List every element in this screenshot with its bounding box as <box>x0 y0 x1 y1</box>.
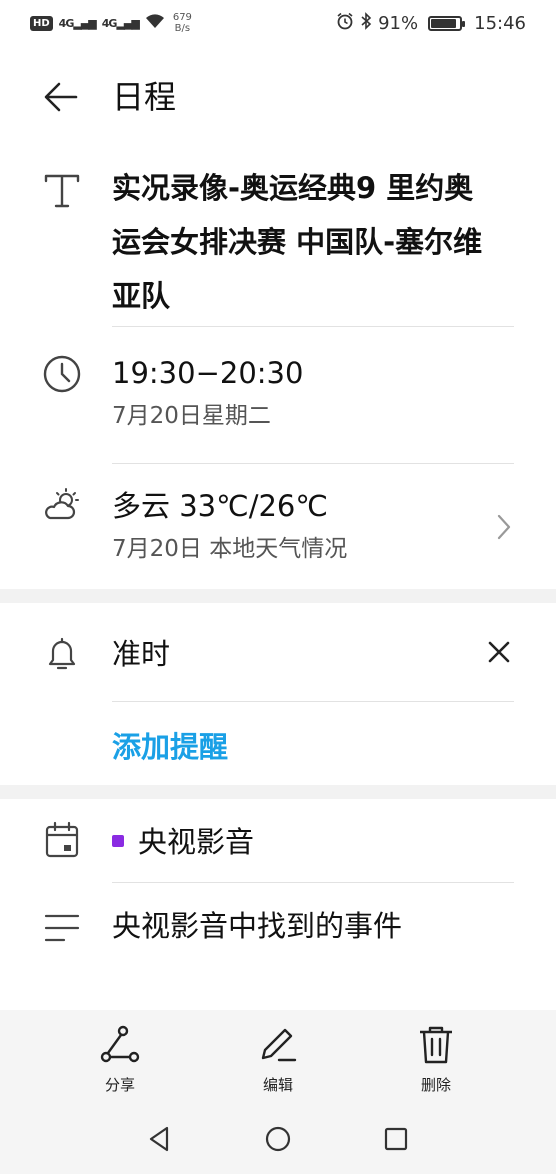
nav-home-icon[interactable] <box>263 1124 293 1154</box>
event-date: 7月20日星期二 <box>112 403 271 429</box>
share-label: 分享 <box>104 1076 135 1094</box>
calendar-row: 央视影音 <box>112 824 514 860</box>
alarm-icon <box>336 12 354 35</box>
weather-sub: 7月20日 本地天气情况 <box>112 536 348 562</box>
trash-icon <box>420 1026 452 1064</box>
system-nav-bar <box>0 1102 556 1174</box>
calendar-name-line: 央视影音 <box>112 824 514 860</box>
calendar-icon <box>45 821 79 858</box>
battery-fill <box>431 18 457 28</box>
share-icon <box>100 1025 140 1063</box>
share-button[interactable]: 分享 <box>80 1024 160 1095</box>
signal-icon-2: 4G▂▄▆ <box>101 16 140 30</box>
bluetooth-icon <box>360 11 372 35</box>
reminder-row: 准时 <box>112 636 514 672</box>
divider <box>112 701 514 702</box>
bell-icon <box>48 637 76 670</box>
arrow-left-icon[interactable] <box>44 80 78 114</box>
net-speed-value: 679 <box>172 12 192 23</box>
nav-recents-icon[interactable] <box>381 1124 411 1154</box>
section-gap <box>0 589 556 603</box>
status-bar: HD 4G▂▄▆ 4G▂▄▆ 679 B/s 91% 15:46 <box>0 0 556 46</box>
divider <box>112 882 514 883</box>
signal-label-1: 4G <box>58 16 75 30</box>
close-icon[interactable] <box>484 637 514 667</box>
reminder-value: 准时 <box>112 637 171 671</box>
section-gap <box>0 785 556 799</box>
clock-icon <box>43 355 81 393</box>
net-speed: 679 B/s <box>173 12 192 34</box>
text-t-icon <box>44 174 80 208</box>
divider <box>112 463 514 464</box>
signal-icon-1: 4G▂▄▆ <box>58 16 97 30</box>
event-title-line-1: 实况录像-奥运经典9 里约奥 <box>112 171 474 205</box>
status-right: 91% 15:46 <box>336 11 526 35</box>
battery-icon <box>428 15 466 31</box>
bottom-toolbar: 分享 编辑 删除 <box>0 1010 556 1102</box>
time-range: 19:30−20:30 <box>112 356 304 390</box>
partly-cloudy-icon[interactable] <box>42 486 82 526</box>
notes-lines-icon <box>44 914 80 942</box>
event-title: 实况录像-奥运经典9 里约奥 运会女排决赛 中国队-塞尔维 亚队 <box>112 161 514 323</box>
pencil-icon <box>261 1028 297 1062</box>
nav-back-icon[interactable] <box>145 1124 175 1154</box>
status-time: 15:46 <box>474 12 526 34</box>
net-speed-unit: B/s <box>174 23 191 34</box>
battery-percent: 91% <box>378 12 419 34</box>
calendar-color-dot <box>112 835 124 847</box>
weather-section[interactable]: 多云 33℃/26℃ 7月20日 本地天气情况 <box>112 488 514 564</box>
chevron-right-icon[interactable] <box>494 512 514 542</box>
page-title: 日程 <box>112 78 177 116</box>
delete-label: 删除 <box>420 1076 451 1094</box>
app-header: 日程 <box>0 62 556 130</box>
wifi-icon <box>145 13 165 34</box>
divider <box>112 326 514 327</box>
time-section: 19:30−20:30 7月20日星期二 <box>112 355 514 431</box>
weather-main: 多云 33℃/26℃ <box>112 489 328 523</box>
delete-button[interactable]: 删除 <box>396 1024 476 1095</box>
edit-label: 编辑 <box>262 1076 293 1094</box>
notes-row: 央视影音中找到的事件 <box>112 908 514 944</box>
status-left: HD 4G▂▄▆ 4G▂▄▆ 679 B/s <box>30 12 192 34</box>
calendar-name: 央视影音 <box>138 825 255 859</box>
hd-badge: HD <box>30 15 53 31</box>
event-title-line-3: 亚队 <box>112 279 171 313</box>
event-description: 央视影音中找到的事件 <box>112 909 403 943</box>
add-reminder-button[interactable]: 添加提醒 <box>112 724 228 766</box>
edit-button[interactable]: 编辑 <box>238 1024 318 1095</box>
event-title-line-2: 运会女排决赛 中国队-塞尔维 <box>112 225 483 259</box>
signal-label-2: 4G <box>101 16 118 30</box>
